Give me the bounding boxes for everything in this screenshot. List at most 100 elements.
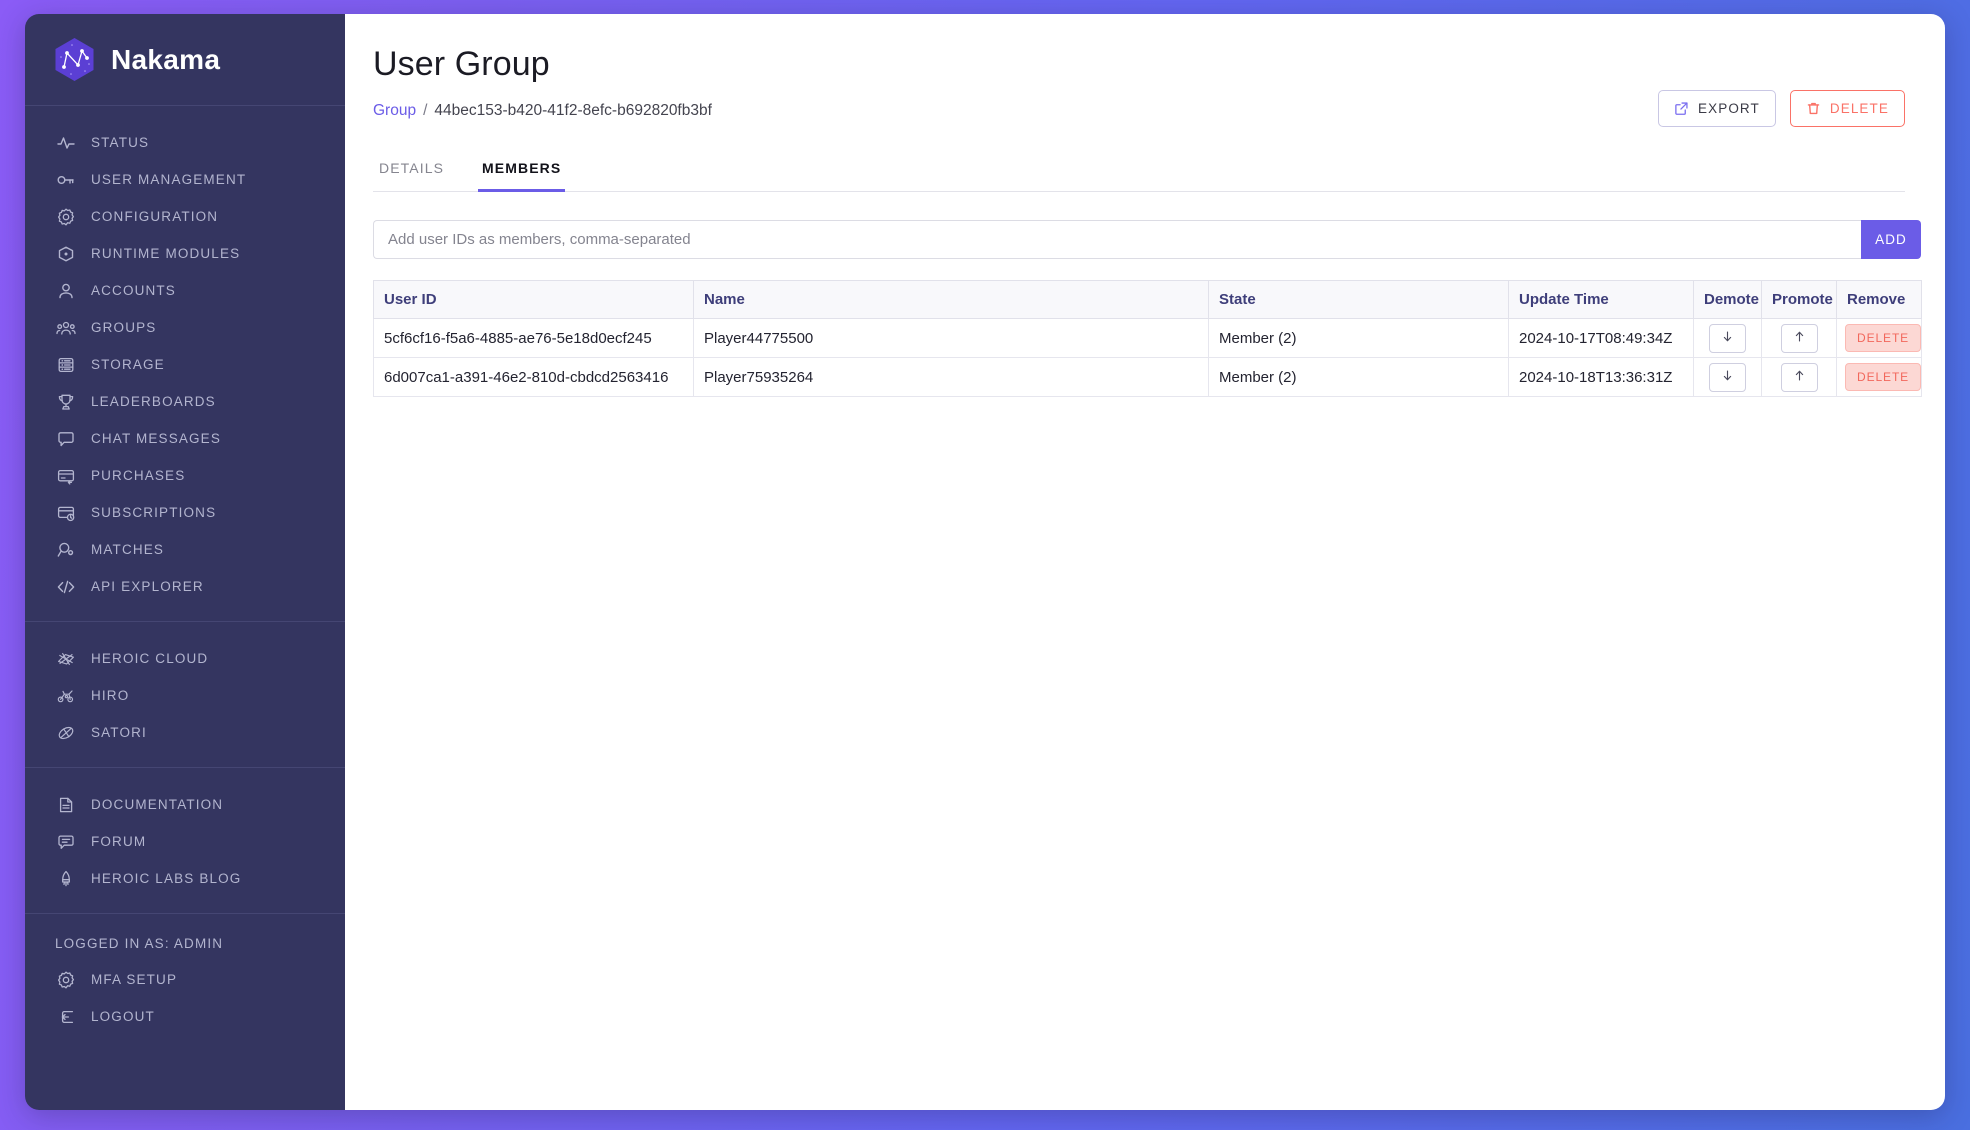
arrow-up-icon	[1793, 369, 1806, 385]
sidebar-item-runtime-modules[interactable]: RUNTIME MODULES	[25, 235, 345, 272]
remove-member-button[interactable]: DELETE	[1845, 363, 1921, 391]
sidebar-item-label: HEROIC CLOUD	[91, 651, 209, 666]
sidebar-item-accounts[interactable]: ACCOUNTS	[25, 272, 345, 309]
cell-user-id: 5cf6cf16-f5a6-4885-ae76-5e18d0ecf245	[373, 318, 694, 358]
sidebar-item-label: FORUM	[91, 834, 147, 849]
export-button-label: EXPORT	[1698, 101, 1760, 116]
app-window: Nakama STATUS USER MANAGEMENT CONFIGURAT…	[25, 14, 1945, 1110]
magnifier-dot-icon	[55, 539, 76, 560]
cell-update-time: 2024-10-17T08:49:34Z	[1508, 318, 1694, 358]
page-title: User Group	[373, 45, 550, 83]
main-content: User Group Group / 44bec153-b420-41f2-8e…	[345, 14, 1945, 1110]
column-header-demote: Demote	[1693, 280, 1762, 319]
trophy-icon	[55, 391, 76, 412]
cell-promote	[1761, 318, 1837, 358]
tab-members[interactable]: MEMBERS	[478, 160, 566, 192]
sidebar-item-logout[interactable]: LOGOUT	[25, 998, 345, 1035]
delete-group-button[interactable]: DELETE	[1789, 90, 1905, 127]
sidebar-item-heroic-cloud[interactable]: HEROIC CLOUD	[25, 640, 345, 677]
activity-pulse-icon	[55, 132, 76, 153]
sidebar-item-hiro[interactable]: HIRO	[25, 677, 345, 714]
sidebar-item-matches[interactable]: MATCHES	[25, 531, 345, 568]
sidebar-item-mfa-setup[interactable]: MFA SETUP	[25, 961, 345, 998]
demote-button[interactable]	[1709, 323, 1746, 353]
sidebar: Nakama STATUS USER MANAGEMENT CONFIGURAT…	[25, 14, 345, 1110]
sidebar-item-label: LEADERBOARDS	[91, 394, 216, 409]
brand-name: Nakama	[111, 43, 221, 75]
members-table: User ID Name State Update Time Demote Pr…	[373, 280, 1922, 397]
hexagon-dot-icon	[55, 243, 76, 264]
sidebar-item-label: STATUS	[91, 135, 150, 150]
brand-header[interactable]: Nakama	[25, 14, 345, 106]
sidebar-item-subscriptions[interactable]: SUBSCRIPTIONS	[25, 494, 345, 531]
members-table-head: User ID Name State Update Time Demote Pr…	[373, 280, 1922, 319]
sidebar-primary-nav: STATUS USER MANAGEMENT CONFIGURATION RUN…	[25, 106, 345, 621]
heroic-cloud-icon	[55, 648, 76, 669]
sidebar-item-label: PURCHASES	[91, 468, 186, 483]
promote-button[interactable]	[1780, 362, 1818, 392]
sidebar-item-label: DOCUMENTATION	[91, 797, 224, 812]
cell-demote	[1693, 357, 1762, 397]
sidebar-item-documentation[interactable]: DOCUMENTATION	[25, 786, 345, 823]
promote-button[interactable]	[1780, 323, 1818, 353]
arrow-down-icon	[1721, 369, 1734, 385]
sidebar-item-satori[interactable]: SATORI	[25, 714, 345, 751]
cell-demote	[1693, 318, 1762, 358]
user-icon	[55, 280, 76, 301]
sidebar-item-label: MATCHES	[91, 542, 165, 557]
sidebar-item-label: LOGOUT	[91, 1009, 155, 1024]
sidebar-item-user-management[interactable]: USER MANAGEMENT	[25, 161, 345, 198]
nakama-hex-logo-icon	[54, 37, 95, 82]
sidebar-item-label: API EXPLORER	[91, 579, 204, 594]
members-table-body: 5cf6cf16-f5a6-4885-ae76-5e18d0ecf245 Pla…	[373, 318, 1922, 397]
tab-details[interactable]: DETAILS	[375, 160, 448, 192]
sidebar-resources-nav: DOCUMENTATION FORUM HEROIC LABS BLOG	[25, 767, 345, 913]
forum-chat-icon	[55, 831, 76, 852]
sidebar-item-configuration[interactable]: CONFIGURATION	[25, 198, 345, 235]
delete-group-button-label: DELETE	[1829, 101, 1889, 116]
remove-member-button[interactable]: DELETE	[1845, 324, 1921, 352]
add-member-input[interactable]	[373, 220, 1861, 259]
sidebar-item-label: HIRO	[91, 688, 130, 703]
table-row: 5cf6cf16-f5a6-4885-ae76-5e18d0ecf245 Pla…	[373, 318, 1922, 358]
export-button[interactable]: EXPORT	[1658, 90, 1776, 127]
cell-remove: DELETE	[1836, 357, 1922, 397]
column-header-promote: Promote	[1761, 280, 1837, 319]
sidebar-item-label: CHAT MESSAGES	[91, 431, 221, 446]
cell-state: Member (2)	[1208, 357, 1509, 397]
sidebar-item-status[interactable]: STATUS	[25, 124, 345, 161]
cell-name: Player44775500	[693, 318, 1209, 358]
sidebar-item-storage[interactable]: STORAGE	[25, 346, 345, 383]
sidebar-item-api-explorer[interactable]: API EXPLORER	[25, 568, 345, 605]
users-group-icon	[55, 317, 76, 338]
arrow-up-icon	[1793, 330, 1806, 346]
column-header-name: Name	[693, 280, 1209, 319]
arrow-down-icon	[1721, 330, 1734, 346]
sidebar-item-leaderboards[interactable]: LEADERBOARDS	[25, 383, 345, 420]
sidebar-item-groups[interactable]: GROUPS	[25, 309, 345, 346]
gear-icon	[55, 206, 76, 227]
tab-bar: DETAILS MEMBERS	[373, 160, 1905, 192]
gear-icon	[55, 969, 76, 990]
demote-button[interactable]	[1709, 362, 1746, 392]
sidebar-item-forum[interactable]: FORUM	[25, 823, 345, 860]
sidebar-item-label: GROUPS	[91, 320, 157, 335]
cell-promote	[1761, 357, 1837, 397]
sidebar-item-purchases[interactable]: PURCHASES	[25, 457, 345, 494]
sidebar-item-label: SUBSCRIPTIONS	[91, 505, 217, 520]
sidebar-item-chat-messages[interactable]: CHAT MESSAGES	[25, 420, 345, 457]
database-list-icon	[55, 354, 76, 375]
key-icon	[55, 169, 76, 190]
add-member-button[interactable]: ADD	[1861, 220, 1921, 259]
cell-remove: DELETE	[1836, 318, 1922, 358]
logged-in-as-label: LOGGED IN AS: ADMIN	[55, 936, 224, 951]
cell-update-time: 2024-10-18T13:36:31Z	[1508, 357, 1694, 397]
sidebar-item-heroic-labs-blog[interactable]: HEROIC LABS BLOG	[25, 860, 345, 897]
sidebar-products-nav: HEROIC CLOUD HIRO SATORI	[25, 621, 345, 767]
page-header: User Group Group / 44bec153-b420-41f2-8e…	[373, 44, 1905, 127]
table-row: 6d007ca1-a391-46e2-810d-cbdcd2563416 Pla…	[373, 357, 1922, 397]
card-arrow-icon	[55, 465, 76, 486]
sidebar-item-label: STORAGE	[91, 357, 165, 372]
breadcrumb-link-group[interactable]: Group	[373, 102, 416, 120]
